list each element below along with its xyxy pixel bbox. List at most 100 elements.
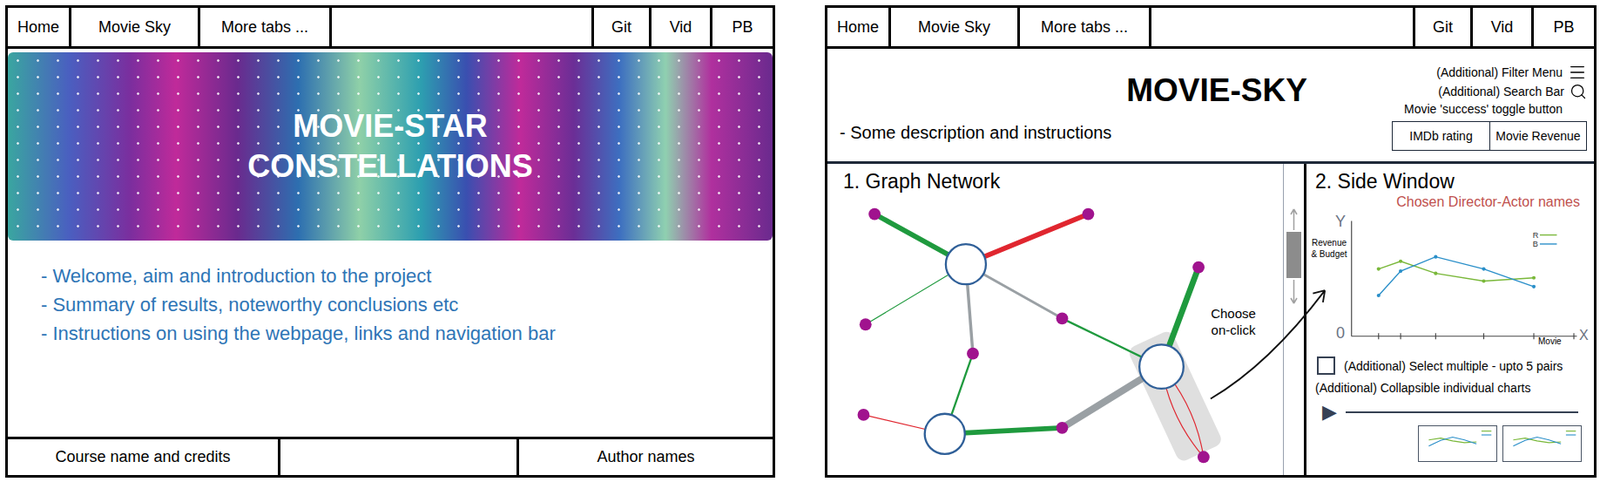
chosen-pair: Chosen Director-Actor names (1306, 193, 1594, 211)
nav-tab[interactable]: More tabs ... (200, 7, 332, 47)
header-controls: (Additional) Filter Menu (Additional) Sea… (1384, 48, 1594, 162)
graph-hint: Choose on-click (1203, 304, 1263, 338)
play-button[interactable]: ▶ (1322, 400, 1337, 424)
mini-chart (1503, 425, 1581, 461)
actor-node[interactable] (859, 317, 872, 331)
svg-text:B: B (1532, 239, 1539, 249)
content-area: 1. Graph Network Choose on-click 2. Side W… (827, 163, 1594, 475)
chart-point[interactable] (1377, 293, 1381, 298)
director-node[interactable] (945, 243, 986, 284)
chart-canvas: RB (1306, 210, 1594, 352)
search-bar-label: (Additional) Search Bar (1437, 83, 1565, 100)
scrollbar-icon[interactable] (1283, 163, 1304, 312)
select-multiple-row[interactable]: (Additional) Select multiple - upto 5 pa… (1306, 356, 1594, 375)
graph-title: 1. Graph Network (827, 163, 1283, 194)
side-window: 2. Side WindowChosen Director-Actor name… (1306, 163, 1594, 475)
actor-node[interactable] (868, 208, 881, 221)
nav-link[interactable]: Vid (651, 7, 713, 47)
chart-point[interactable] (1481, 278, 1486, 283)
chart-point[interactable] (1532, 284, 1536, 289)
footer: Course name and credits Author names (7, 436, 773, 475)
banner-title: MOVIE-STAR CONSTELLATIONS (246, 106, 534, 187)
page-title: MOVIE-SKY (1126, 73, 1308, 109)
actor-node[interactable] (1056, 311, 1069, 325)
nav-link[interactable]: PB (1533, 7, 1594, 47)
thumbnail-row (1306, 425, 1594, 462)
nav-tab[interactable]: Movie Sky (71, 7, 201, 47)
mini-chart (1418, 425, 1497, 461)
graph-network: 1. Graph Network Choose on-click (827, 163, 1283, 475)
intro-item: - Summary of results, noteworthy conclus… (40, 290, 773, 319)
timeline-track[interactable] (1345, 411, 1579, 413)
actor-node[interactable] (857, 408, 871, 421)
footer-credits: Course name and credits (7, 438, 281, 475)
page-header: MOVIE-SKY - Some description and instruct… (827, 48, 1594, 164)
node-highlight (1127, 329, 1224, 464)
banner: MOVIE-STAR CONSTELLATIONS (7, 52, 773, 241)
nav-link[interactable]: Git (1415, 7, 1473, 47)
toggle-option[interactable]: Movie Revenue (1489, 121, 1587, 150)
nav-tab[interactable]: More tabs ... (1019, 7, 1152, 47)
nav-link[interactable]: PB (712, 7, 773, 47)
player-row: ▶ (1306, 400, 1594, 424)
title-row: MOVIE-SKY (839, 48, 1385, 109)
movie-sky-page: HomeMovie SkyMore tabs ... GitVidPB MOVIE-… (824, 5, 1597, 478)
nav-spacer (331, 7, 595, 47)
chart-point[interactable] (1398, 269, 1403, 273)
actor-node[interactable] (966, 347, 979, 360)
chart-thumbnail[interactable] (1417, 425, 1498, 462)
svg-text:R: R (1532, 230, 1540, 240)
x-axis-letter: X (1579, 327, 1589, 344)
chart-point[interactable] (1481, 267, 1486, 271)
intro-list: - Welcome, aim and introduction to the p… (7, 240, 773, 437)
intro-item: - Instructions on using the webpage, lin… (40, 318, 773, 348)
chart-series: R (1377, 230, 1558, 284)
select-multiple-label: (Additional) Select multiple - upto 5 pa… (1343, 357, 1563, 374)
nav-tab[interactable]: Home (7, 7, 72, 47)
chart-point[interactable] (1433, 271, 1438, 276)
intro-item: - Welcome, aim and introduction to the p… (40, 261, 773, 291)
nav-bar: HomeMovie SkyMore tabs ... GitVidPB (7, 7, 773, 49)
search-bar[interactable]: (Additional) Search Bar (1437, 82, 1587, 101)
toggle-option[interactable]: IMDb rating (1392, 121, 1490, 150)
actor-node[interactable] (1056, 421, 1069, 434)
wireframe-board: HomeMovie SkyMore tabs ...GitVidPBMOVIE-… (0, 0, 1600, 482)
page-description: - Some description and instructions (839, 121, 1385, 143)
chart-point[interactable] (1398, 259, 1403, 264)
actor-node[interactable] (1192, 261, 1205, 274)
header-main: MOVIE-SKY - Some description and instruct… (827, 48, 1385, 162)
axis-origin: 0 (1336, 324, 1345, 342)
chart-thumbnail[interactable] (1502, 425, 1582, 462)
footer-authors: Author names (519, 438, 773, 475)
nav-tab[interactable]: Home (827, 7, 892, 47)
chart-point[interactable] (1433, 255, 1438, 259)
footer-spacer (280, 438, 520, 475)
nav-spacer (1151, 7, 1416, 47)
y-axis-letter: Y (1335, 212, 1346, 230)
side-title: 2. Side Window (1306, 163, 1594, 194)
line-chart: RBYRevenue & Budget0MovieX (1306, 210, 1594, 352)
scroll-strip[interactable] (1282, 163, 1307, 475)
filter-menu-label: (Additional) Filter Menu (1436, 64, 1563, 81)
x-axis-title: Movie (1538, 335, 1562, 347)
hamburger-icon[interactable] (1567, 62, 1587, 82)
toggle-label: Movie 'success' toggle button (1404, 101, 1587, 117)
director-node[interactable] (1139, 344, 1184, 389)
nav-link[interactable]: Git (594, 7, 652, 47)
nav-link[interactable]: Vid (1472, 7, 1534, 47)
collapsible-label: (Additional) Collapsible individual char… (1306, 379, 1594, 396)
chart-point[interactable] (1377, 267, 1381, 271)
success-toggle: IMDb ratingMovie Revenue (1391, 121, 1587, 151)
nav-tab[interactable]: Movie Sky (891, 7, 1020, 47)
actor-node[interactable] (1082, 208, 1095, 221)
chart-point[interactable] (1532, 276, 1536, 280)
y-axis-title: Revenue & Budget (1308, 236, 1351, 260)
home-page: HomeMovie SkyMore tabs ... GitVidPB MOVIE-… (5, 5, 776, 478)
actor-node[interactable] (1197, 450, 1210, 463)
search-icon[interactable] (1569, 82, 1587, 101)
chart-series: B (1377, 239, 1558, 298)
filter-menu[interactable]: (Additional) Filter Menu (1436, 62, 1587, 82)
director-node[interactable] (924, 413, 966, 454)
nav-bar: HomeMovie SkyMore tabs ... GitVidPB (827, 7, 1594, 49)
select-multiple-checkbox[interactable] (1316, 356, 1336, 375)
